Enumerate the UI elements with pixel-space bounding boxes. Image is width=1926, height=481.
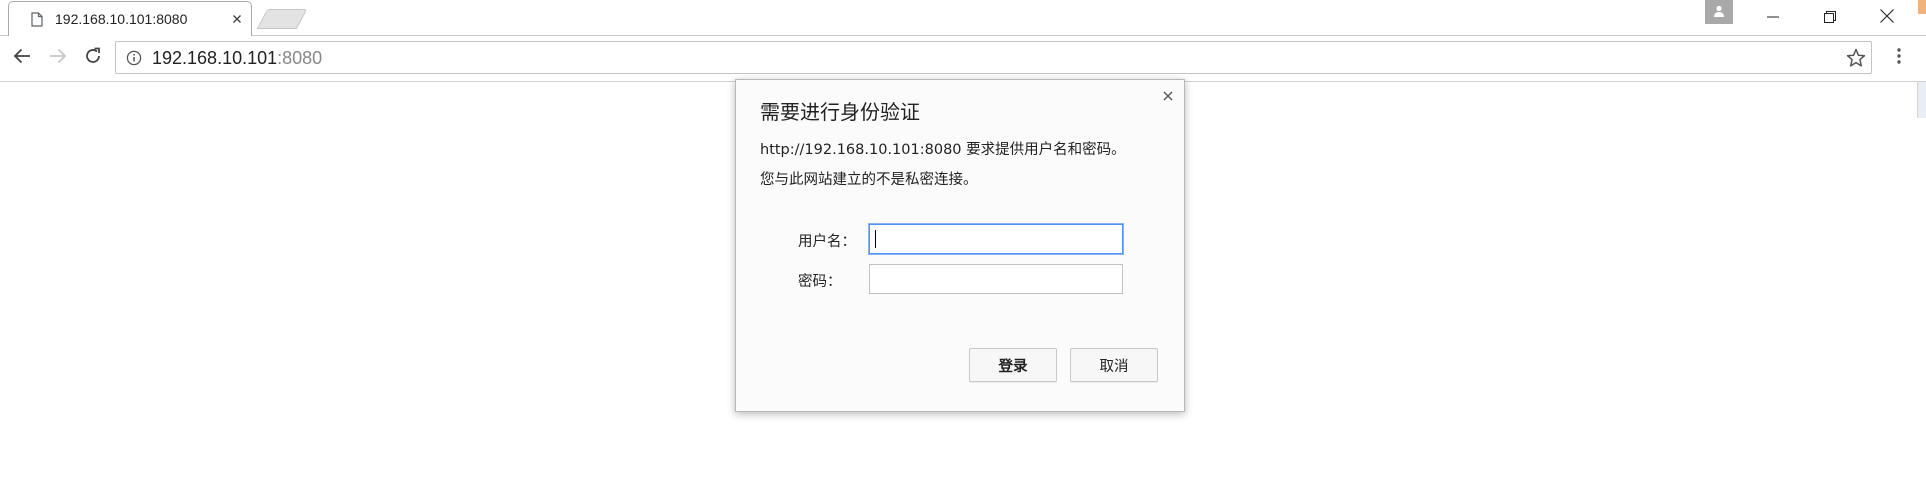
minimize-button[interactable] [1749,0,1797,34]
browser-tab[interactable]: 192.168.10.101:8080 [8,1,252,36]
back-arrow-icon [13,48,31,68]
browser-menu-button[interactable] [1889,45,1909,71]
url-host: 192.168.10.101 [152,48,278,68]
tab-close-icon[interactable] [229,11,245,27]
vertical-dots-icon [1897,48,1901,68]
minimize-icon [1767,8,1779,27]
restore-button[interactable] [1806,0,1854,34]
dialog-close-icon[interactable] [1160,88,1176,104]
page-icon [31,12,43,31]
url-text: 192.168.10.101:8080 [152,48,322,69]
tab-strip: 192.168.10.101:8080 [0,0,1926,36]
side-panel-edge [1917,82,1926,118]
reload-button[interactable] [80,45,106,71]
star-icon[interactable] [1845,47,1867,69]
window-close-button[interactable] [1863,0,1911,34]
profile-button[interactable] [1705,0,1733,24]
url-port: :8080 [277,48,323,68]
restore-icon [1824,8,1836,27]
tab-title: 192.168.10.101:8080 [55,11,188,27]
back-button[interactable] [9,45,35,71]
reload-icon [84,47,102,69]
forward-arrow-icon [49,48,67,68]
dialog-message: http://192.168.10.101:8080 要求提供用户名和密码。 [760,142,1126,158]
cancel-button[interactable]: 取消 [1070,348,1158,382]
forward-button[interactable] [45,45,71,71]
info-icon[interactable] [126,50,142,70]
auth-dialog: 需要进行身份验证 http://192.168.10.101:8080 要求提供… [735,79,1185,412]
password-input[interactable] [869,264,1123,294]
dialog-title: 需要进行身份验证 [760,100,920,124]
address-bar[interactable]: 192.168.10.101:8080 [115,41,1872,74]
login-button[interactable]: 登录 [969,348,1057,382]
person-icon [1712,3,1726,22]
new-tab-button[interactable] [256,9,308,29]
username-label: 用户名： [798,234,856,250]
password-label: 密码： [798,274,842,290]
text-caret [875,230,876,248]
close-icon [1880,8,1894,27]
dialog-warning: 您与此网站建立的不是私密连接。 [760,172,978,188]
username-input[interactable] [869,224,1123,254]
extension-edge [1918,0,1926,14]
browser-toolbar: 192.168.10.101:8080 [0,36,1926,118]
